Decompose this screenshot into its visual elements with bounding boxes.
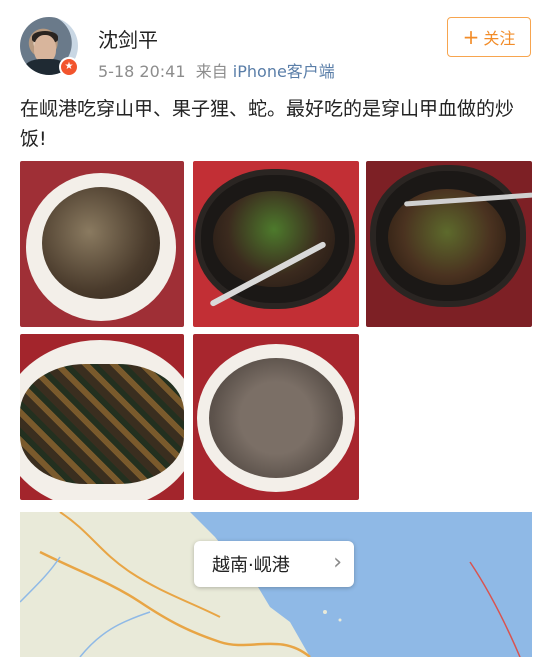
- source-prefix: 来自: [195, 62, 228, 81]
- food: [20, 364, 184, 484]
- verified-badge-icon: ★: [59, 57, 79, 77]
- post-meta: 5-18 20:41 来自 iPhone客户端: [98, 58, 335, 82]
- dish-photo-4[interactable]: [20, 334, 184, 500]
- dish-photo-1[interactable]: [20, 161, 184, 327]
- post-time: 20:41: [139, 62, 186, 81]
- dish-photo-5[interactable]: [193, 334, 359, 500]
- follow-label: 关注: [483, 29, 516, 48]
- dish-photo-3[interactable]: [366, 161, 532, 327]
- post-date: 5-18: [98, 62, 135, 81]
- chevron-right-icon: ›: [333, 550, 342, 575]
- source-link[interactable]: iPhone客户端: [233, 62, 335, 81]
- post-text: 在岘港吃穿山甲、果子狸、蛇。最好吃的是穿山甲血做的炒饭!: [20, 98, 515, 150]
- location-pill[interactable]: 越南·岘港 ›: [194, 541, 354, 587]
- dish-photo-2[interactable]: [193, 161, 359, 327]
- location-label: 越南·岘港: [212, 555, 290, 576]
- follow-button[interactable]: + 关注: [447, 17, 531, 57]
- plus-icon: +: [462, 25, 480, 49]
- food: [42, 187, 160, 299]
- username[interactable]: 沈剑平: [98, 24, 158, 53]
- fried-rice: [209, 358, 343, 478]
